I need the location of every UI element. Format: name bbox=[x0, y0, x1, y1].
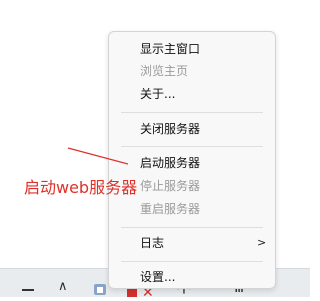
annotation-label: 启动web服务器 bbox=[24, 178, 138, 197]
annotation-arrow-line bbox=[67, 147, 129, 165]
